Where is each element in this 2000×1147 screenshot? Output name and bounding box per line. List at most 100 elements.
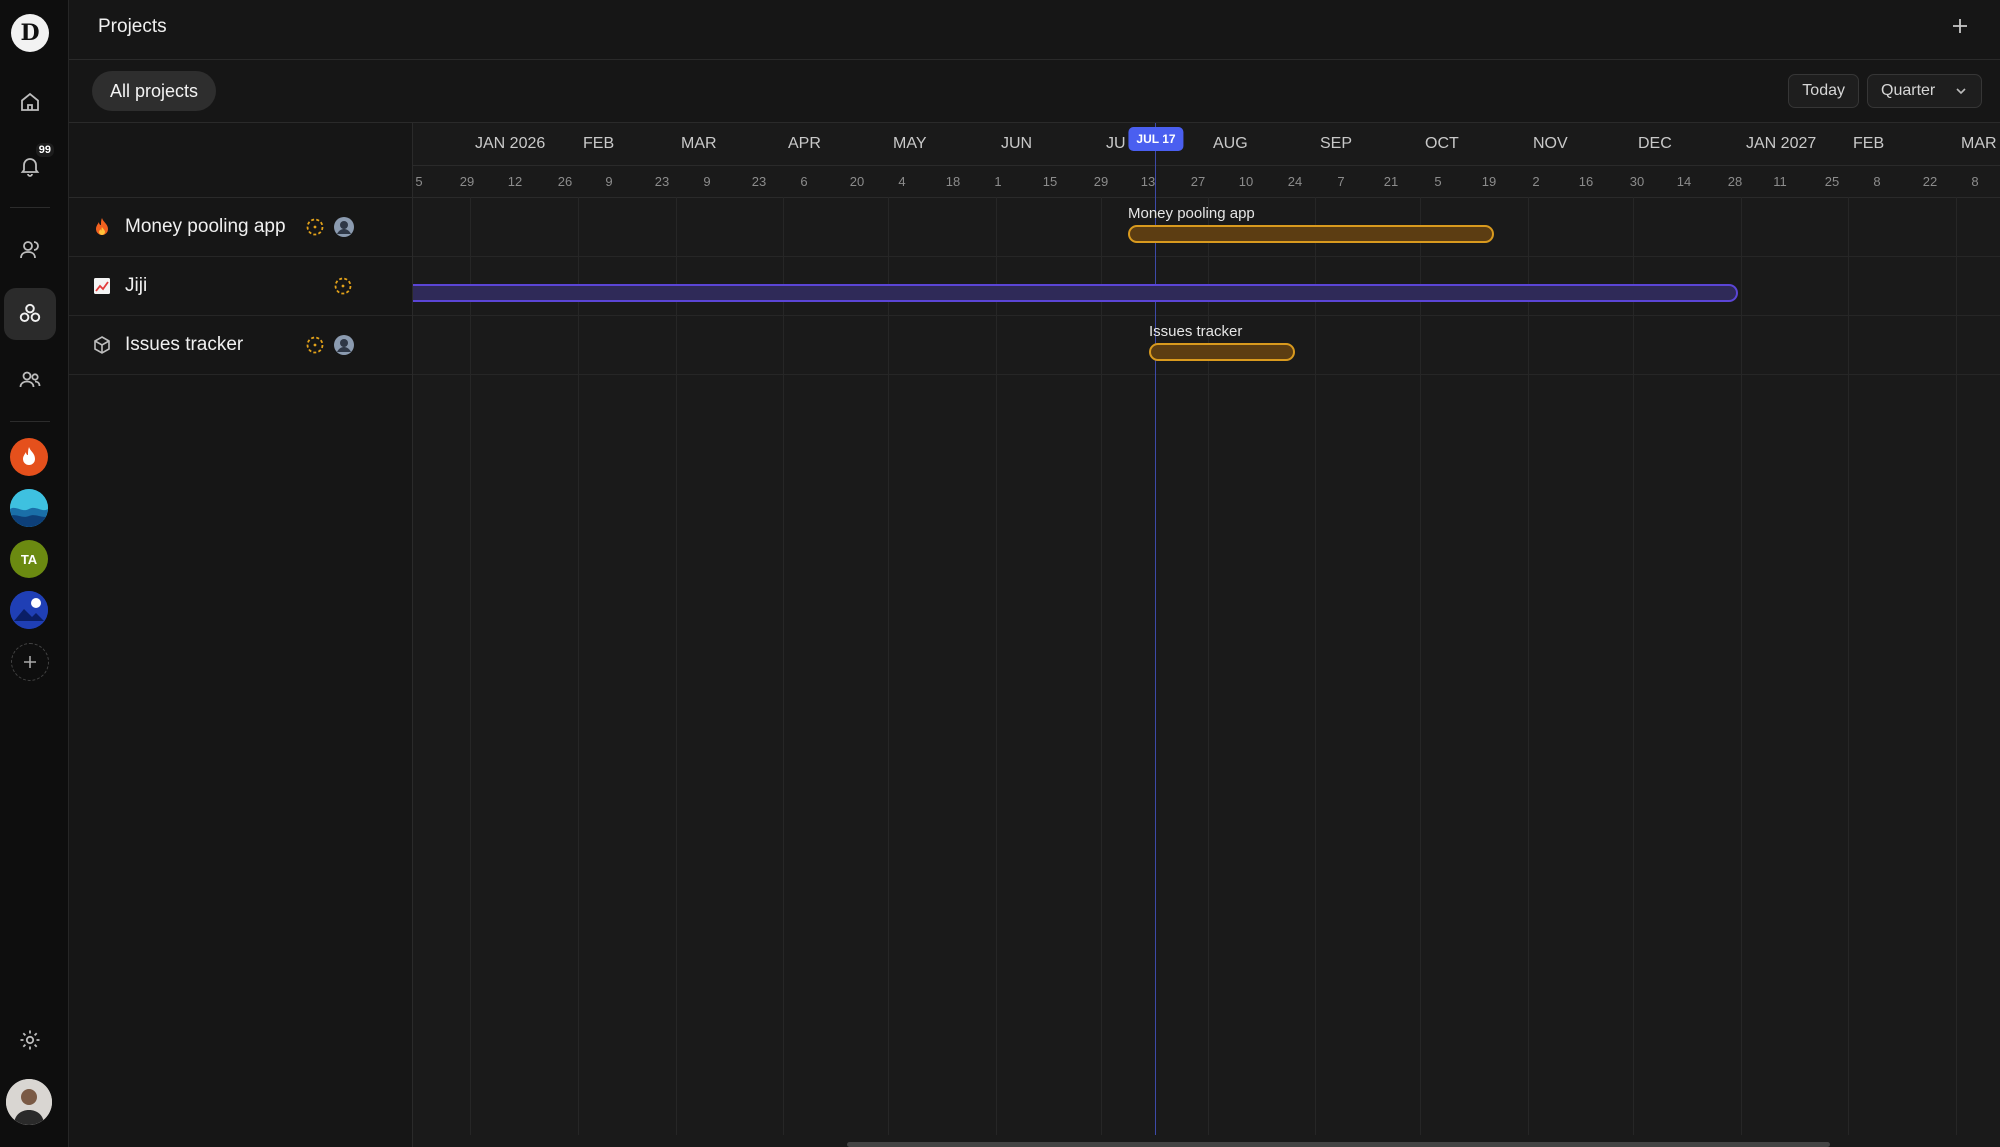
week-label: 9 — [605, 174, 613, 189]
today-line — [1155, 123, 1156, 1135]
month-label: MAY — [893, 135, 927, 152]
week-label: 26 — [557, 174, 573, 189]
plus-icon — [24, 656, 36, 668]
grid-line — [1528, 197, 1529, 1135]
month-label: NOV — [1533, 135, 1568, 152]
grid-line — [1420, 197, 1421, 1135]
grid-line — [1633, 197, 1634, 1135]
row-separator — [413, 315, 2000, 316]
week-label: 18 — [945, 174, 961, 189]
month-label: OCT — [1425, 135, 1459, 152]
month-label: MAR — [681, 135, 717, 152]
week-label: 6 — [800, 174, 808, 189]
week-label: 2 — [1532, 174, 1540, 189]
bell-icon — [20, 158, 40, 177]
bar-label: Issues tracker — [1149, 323, 1243, 340]
grid-line — [1956, 197, 1957, 1135]
new-project-button[interactable] — [1948, 14, 1972, 38]
week-label: 5 — [1434, 174, 1442, 189]
zoom-select-label: Quarter — [1881, 82, 1936, 99]
project-name: Issues tracker — [125, 334, 244, 355]
week-label: 25 — [1824, 174, 1840, 189]
week-label: 13 — [1140, 174, 1156, 189]
home-icon[interactable] — [4, 76, 56, 128]
fire-workspace-avatar[interactable] — [10, 438, 48, 476]
chart-icon — [94, 278, 110, 294]
grid-line — [676, 197, 677, 1135]
wave-workspace-avatar[interactable] — [10, 489, 48, 527]
row-separator — [413, 256, 2000, 257]
cube-icon — [94, 336, 110, 354]
week-label: 11 — [1773, 174, 1787, 189]
fire-icon — [96, 218, 108, 235]
month-label: MAR — [1961, 135, 1997, 152]
filter-bar: All projects Today Quarter — [69, 60, 2000, 123]
today-marker: JUL 17 — [1128, 127, 1184, 151]
project-list: Money pooling app Jiji Issues tracker — [69, 123, 413, 1147]
project-bar[interactable] — [413, 284, 1738, 302]
week-label: 9 — [703, 174, 711, 189]
month-label: FEB — [1853, 135, 1885, 152]
week-label: 8 — [1971, 174, 1979, 189]
month-label: FEB — [583, 135, 615, 152]
month-label: APR — [788, 135, 821, 152]
week-label: 16 — [1578, 174, 1594, 189]
notifications-button[interactable]: 99 — [4, 140, 56, 192]
divider — [10, 421, 50, 422]
projects-icon[interactable] — [4, 288, 56, 340]
horizontal-scrollbar[interactable] — [847, 1142, 1830, 1147]
grid-line — [578, 197, 579, 1135]
week-label: 4 — [898, 174, 906, 189]
timeline-weeks: 5 29 12 26 9 23 9 23 6 20 4 18 1 15 29 1… — [413, 165, 2000, 198]
week-label: 15 — [1042, 174, 1058, 189]
add-workspace-button[interactable] — [4, 636, 56, 688]
project-row[interactable]: Jiji — [69, 257, 412, 316]
page-title: Projects — [98, 16, 167, 37]
logo-letter: D — [20, 20, 40, 46]
week-label: 30 — [1629, 174, 1645, 189]
status-in-progress-icon — [334, 277, 352, 295]
month-label: SEP — [1320, 135, 1353, 152]
team-icon[interactable] — [4, 354, 56, 406]
project-bar[interactable] — [1128, 225, 1494, 243]
member-avatar-icon — [334, 335, 354, 355]
timeline-months: JAN 2026 FEB MAR APR MAY JUN JU AUG SEP … — [413, 123, 2000, 166]
grid-line — [1741, 197, 1742, 1135]
project-row[interactable]: Money pooling app — [69, 198, 412, 257]
plus-icon — [1953, 19, 1967, 33]
row-separator — [413, 374, 2000, 375]
contacts-icon[interactable] — [4, 224, 56, 276]
wave-icon — [10, 489, 48, 527]
bar-label: Money pooling app — [1128, 205, 1255, 222]
week-label: 1 — [994, 174, 1002, 189]
project-list-header — [69, 123, 412, 198]
week-label: 23 — [751, 174, 767, 189]
week-label: 5 — [415, 174, 423, 189]
week-label: 21 — [1383, 174, 1399, 189]
week-label: 24 — [1287, 174, 1303, 189]
grid-line — [996, 197, 997, 1135]
ta-workspace-avatar[interactable]: TA — [10, 540, 48, 578]
week-label: 10 — [1238, 174, 1254, 189]
month-label: DEC — [1638, 135, 1672, 152]
week-label: 29 — [459, 174, 475, 189]
today-button[interactable]: Today — [1788, 74, 1859, 108]
month-label: JU — [1106, 135, 1126, 152]
week-label: 27 — [1190, 174, 1206, 189]
grid-line — [1101, 197, 1102, 1135]
user-avatar[interactable] — [6, 1079, 52, 1125]
page-header: Projects — [69, 0, 2000, 60]
space-workspace-avatar[interactable] — [10, 591, 48, 629]
person-icon — [6, 1079, 52, 1125]
week-label: 28 — [1727, 174, 1743, 189]
settings-icon[interactable] — [4, 1014, 56, 1066]
zoom-select[interactable]: Quarter — [1867, 74, 1982, 108]
project-bar[interactable] — [1149, 343, 1295, 361]
all-projects-filter[interactable]: All projects — [92, 71, 217, 111]
timeline: JAN 2026 FEB MAR APR MAY JUN JU AUG SEP … — [413, 123, 2000, 1147]
logo[interactable]: D — [4, 7, 56, 59]
month-label: AUG — [1213, 135, 1248, 152]
fire-icon — [23, 447, 35, 465]
project-row[interactable]: Issues tracker — [69, 316, 412, 375]
divider — [10, 207, 50, 208]
